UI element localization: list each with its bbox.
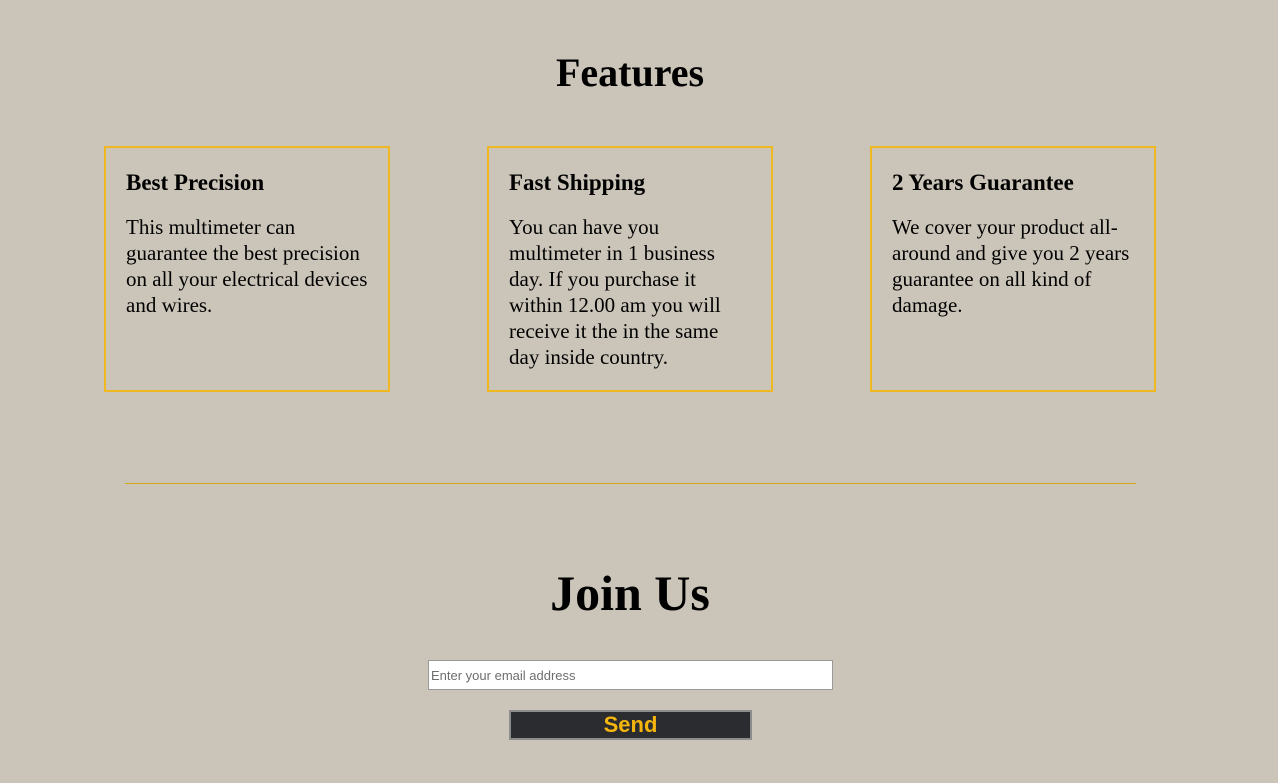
- feature-card-text: This multimeter can guarantee the best p…: [126, 215, 368, 317]
- feature-card-heading: Best Precision: [126, 170, 265, 195]
- feature-card-guarantee: 2 Years Guarantee We cover your product …: [870, 146, 1156, 392]
- feature-card-best-precision: Best Precision This multimeter can guara…: [104, 146, 390, 392]
- feature-card-text: You can have you multimeter in 1 busines…: [509, 215, 721, 369]
- features-title: Features: [555, 50, 705, 95]
- feature-card-heading: Fast Shipping: [509, 170, 646, 195]
- feature-card-heading: 2 Years Guarantee: [892, 170, 1074, 195]
- feature-card-fast-shipping: Fast Shipping You can have you multimete…: [487, 146, 773, 392]
- email-input[interactable]: [428, 660, 833, 690]
- join-title: Join Us: [550, 565, 710, 621]
- feature-card-text: We cover your product all-around and giv…: [892, 215, 1130, 317]
- send-button[interactable]: Send: [509, 710, 752, 740]
- section-divider: [125, 483, 1136, 484]
